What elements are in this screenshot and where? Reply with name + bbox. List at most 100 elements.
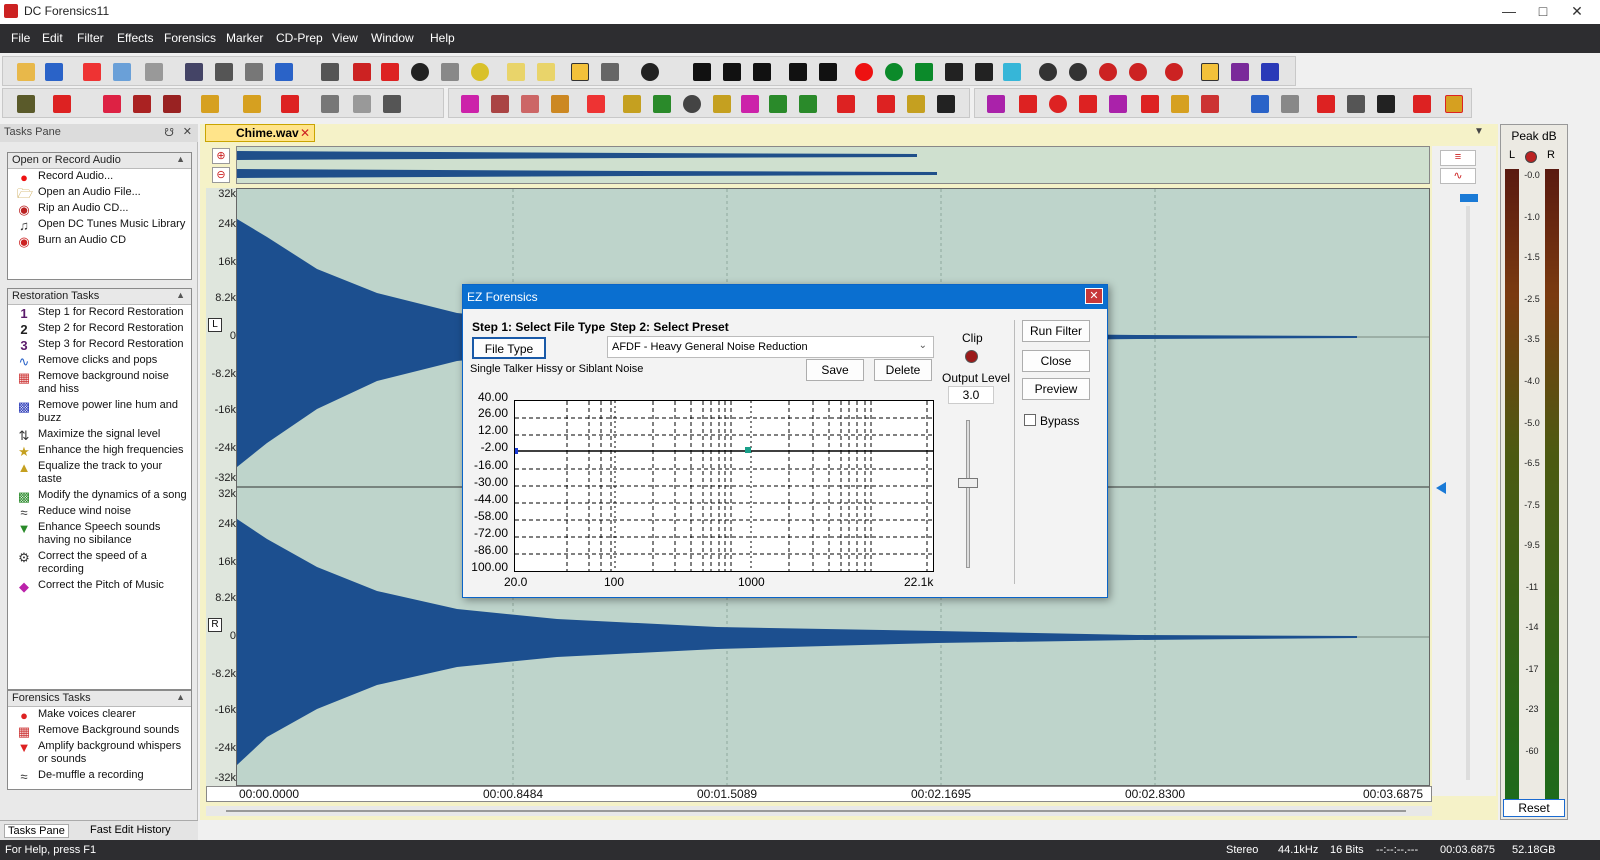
adv-icon[interactable] bbox=[1201, 95, 1219, 113]
channel-left-toggle[interactable]: L bbox=[208, 318, 222, 332]
region-icon[interactable] bbox=[537, 63, 555, 81]
warning-icon[interactable] bbox=[1317, 95, 1335, 113]
reverb-icon[interactable] bbox=[461, 95, 479, 113]
hum-filter-icon[interactable] bbox=[163, 95, 181, 113]
task-step2[interactable]: 2 Step 2 for Record Restoration bbox=[8, 321, 191, 337]
zoom-out-vertical-icon[interactable]: ⊖ bbox=[212, 167, 230, 183]
pin-icon[interactable]: ☋ bbox=[164, 126, 174, 139]
inverted-triangle-icon[interactable] bbox=[799, 95, 817, 113]
play-icon[interactable] bbox=[915, 63, 933, 81]
play-from-icon[interactable] bbox=[975, 63, 993, 81]
eq-icon[interactable] bbox=[281, 95, 299, 113]
task-pitch[interactable]: ◆ Correct the Pitch of Music bbox=[8, 578, 191, 594]
marker-icon[interactable] bbox=[507, 63, 525, 81]
level-pointer-icon[interactable] bbox=[1436, 482, 1446, 494]
task-burn-cd[interactable]: ◉ Burn an Audio CD bbox=[8, 233, 191, 249]
click-icon[interactable] bbox=[53, 95, 71, 113]
draw-icon[interactable] bbox=[215, 63, 233, 81]
bypass-checkbox[interactable] bbox=[1024, 414, 1036, 426]
section-header[interactable]: Open or Record Audio ▲ bbox=[8, 153, 191, 169]
cd-icon[interactable] bbox=[353, 63, 371, 81]
collapse-icon[interactable]: ▲ bbox=[176, 290, 185, 300]
live-icon[interactable] bbox=[381, 63, 399, 81]
undo-icon[interactable] bbox=[275, 63, 293, 81]
stereo-view-icon[interactable]: ≡ bbox=[1440, 150, 1476, 166]
task-remove-hum[interactable]: ▩ Remove power line hum and buzz bbox=[8, 398, 191, 427]
zoom-selection-icon[interactable] bbox=[1099, 63, 1117, 81]
task-open-music-library[interactable]: ♫ Open DC Tunes Music Library bbox=[8, 217, 191, 233]
copy-icon[interactable] bbox=[113, 63, 131, 81]
menu-file[interactable]: File bbox=[11, 31, 30, 45]
tab-menu-chevron-icon[interactable]: ▼ bbox=[1474, 126, 1484, 137]
spectrum-bars-icon[interactable] bbox=[587, 95, 605, 113]
skip-forward-icon[interactable] bbox=[819, 63, 837, 81]
fast-forward-icon[interactable] bbox=[789, 63, 807, 81]
pitch-shift-icon[interactable] bbox=[551, 95, 569, 113]
preview-button[interactable]: Preview bbox=[1022, 378, 1090, 400]
time-ruler[interactable]: 00:00.0000 00:00.8484 00:01.5089 00:02.1… bbox=[206, 786, 1432, 802]
scrub-icon[interactable] bbox=[1003, 63, 1021, 81]
bass-clef-icon[interactable] bbox=[937, 95, 955, 113]
save-button[interactable]: Save bbox=[806, 359, 864, 381]
menu-cd-prep[interactable]: CD-Prep bbox=[276, 31, 323, 45]
menu-effects[interactable]: Effects bbox=[117, 31, 153, 45]
level-meter-icon[interactable] bbox=[653, 95, 671, 113]
lips-icon[interactable] bbox=[1049, 95, 1067, 113]
mic-icon[interactable] bbox=[1079, 95, 1097, 113]
paste-icon[interactable] bbox=[145, 63, 163, 81]
task-step3[interactable]: 3 Step 3 for Record Restoration bbox=[8, 337, 191, 353]
trim-icon[interactable] bbox=[245, 63, 263, 81]
output-icon[interactable] bbox=[1445, 95, 1463, 113]
menu-view[interactable]: View bbox=[332, 31, 358, 45]
delete-button[interactable]: Delete bbox=[874, 359, 932, 381]
mixer-icon[interactable] bbox=[353, 95, 371, 113]
magic-icon[interactable] bbox=[713, 95, 731, 113]
task-demuffle[interactable]: ≈ De-muffle a recording bbox=[8, 768, 191, 784]
output-level-slider-track[interactable] bbox=[966, 420, 970, 568]
task-maximize[interactable]: ⇅ Maximize the signal level bbox=[8, 427, 191, 443]
zoom-in-vertical-icon[interactable]: ⊕ bbox=[212, 148, 230, 164]
overview-waveform[interactable] bbox=[236, 146, 1430, 184]
cassette-icon[interactable] bbox=[1109, 95, 1127, 113]
fingerprint-icon[interactable] bbox=[1377, 95, 1395, 113]
task-open-audio-file[interactable]: 🗁 Open an Audio File... bbox=[8, 185, 191, 201]
edit-pencil-icon[interactable] bbox=[185, 63, 203, 81]
split-icon[interactable] bbox=[601, 63, 619, 81]
task-amplify-whispers[interactable]: ▼ Amplify background whispers or sounds bbox=[8, 739, 191, 768]
output-level-field[interactable]: 3.0 bbox=[948, 386, 994, 404]
tab-tasks-pane[interactable]: Tasks Pane bbox=[4, 824, 69, 838]
menu-help[interactable]: Help bbox=[430, 31, 455, 45]
horizontal-scrollbar[interactable] bbox=[206, 806, 1432, 816]
tab-fast-edit-history[interactable]: Fast Edit History bbox=[74, 824, 171, 836]
task-remove-clicks[interactable]: ∿ Remove clicks and pops bbox=[8, 353, 191, 369]
eq-handle-left-icon[interactable] bbox=[515, 448, 518, 454]
fx-icon[interactable] bbox=[17, 95, 35, 113]
waveform-view-icon[interactable]: ∿ bbox=[1440, 168, 1476, 184]
task-speed[interactable]: ⚙ Correct the speed of a recording bbox=[8, 549, 191, 578]
task-rip-cd[interactable]: ◉ Rip an Audio CD... bbox=[8, 201, 191, 217]
left-channel-icon[interactable] bbox=[1231, 63, 1249, 81]
close-button[interactable]: Close bbox=[1022, 350, 1090, 372]
clip-led-icon[interactable] bbox=[1525, 151, 1537, 163]
vst-effects-icon[interactable] bbox=[877, 95, 895, 113]
channel-right-toggle[interactable]: R bbox=[208, 618, 222, 632]
skip-back-icon[interactable] bbox=[693, 63, 711, 81]
tuner-icon[interactable] bbox=[471, 63, 489, 81]
grid-icon[interactable] bbox=[1281, 95, 1299, 113]
cut-icon[interactable] bbox=[83, 63, 101, 81]
swap-icon[interactable] bbox=[907, 95, 925, 113]
settings-gear-icon[interactable] bbox=[641, 63, 659, 81]
sine-icon[interactable] bbox=[1171, 95, 1189, 113]
record-icon[interactable] bbox=[855, 63, 873, 81]
task-speech[interactable]: ▼ Enhance Speech sounds having no sibilan… bbox=[8, 520, 191, 549]
section-header[interactable]: Forensics Tasks ▲ bbox=[8, 691, 191, 707]
zoom-in-icon[interactable] bbox=[1039, 63, 1057, 81]
document-tab[interactable]: Chime.wav ✕ bbox=[205, 124, 315, 142]
forensic-filter-icon[interactable] bbox=[987, 95, 1005, 113]
brick-icon[interactable] bbox=[1141, 95, 1159, 113]
close-window-button[interactable]: ✕ bbox=[1554, 0, 1600, 24]
loop-icon[interactable] bbox=[945, 63, 963, 81]
speaker-icon[interactable] bbox=[1251, 95, 1269, 113]
puzzle-icon[interactable] bbox=[1347, 95, 1365, 113]
filter-response-graph[interactable] bbox=[514, 400, 934, 572]
